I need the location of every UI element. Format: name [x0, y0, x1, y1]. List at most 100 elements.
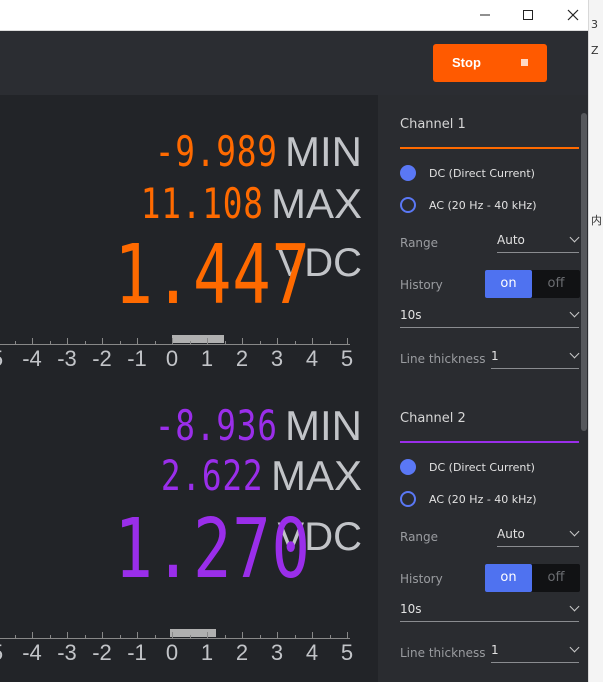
ch1-history-on[interactable]: on — [485, 270, 532, 298]
scale-tick-label: 3 — [270, 346, 284, 371]
scale-tick — [312, 338, 313, 344]
ch2-range-value: Auto — [497, 527, 525, 541]
scale-minor-tick — [189, 635, 191, 638]
scale-tick-label: 4 — [305, 346, 319, 371]
scale-tick — [207, 338, 208, 344]
scale-minor-tick — [224, 635, 226, 638]
ch2-min-row: -8.936 MIN — [120, 401, 362, 450]
scale-tick-label: -1 — [127, 640, 147, 665]
ch2-dc-label: DC (Direct Current) — [429, 461, 535, 474]
scale-tick-label: 5 — [340, 346, 354, 371]
scale-minor-tick — [84, 635, 86, 638]
scale-minor-tick — [119, 635, 121, 638]
scale-minor-tick — [329, 341, 331, 344]
ch2-scale: 5-4-3-2-1012345 — [0, 629, 360, 669]
scale-minor-tick — [154, 341, 156, 344]
scale-minor-tick — [294, 635, 296, 638]
ch1-max-row: 11.108 MAX — [106, 179, 362, 228]
scale-tick-label: 0 — [165, 346, 179, 371]
ch2-range-label: Range — [400, 530, 439, 544]
ch1-min-value: -9.989 — [154, 127, 278, 176]
ch2-ac-radio[interactable] — [400, 491, 416, 507]
ch1-min-row: -9.989 MIN — [120, 127, 362, 176]
scale-tick — [207, 632, 208, 638]
channel-2-underline — [400, 441, 579, 443]
ch2-history-toggle[interactable]: on off — [485, 564, 580, 592]
scale-tick — [102, 338, 103, 344]
channel-1-underline — [400, 147, 579, 149]
stop-button-label: Stop — [452, 55, 481, 70]
scale-tick — [242, 632, 243, 638]
chevron-down-icon — [569, 526, 580, 537]
scale-tick — [67, 338, 68, 344]
ch1-history-value: 10s — [400, 308, 422, 322]
scale-tick-label: 2 — [235, 346, 249, 371]
scale-tick-label: -2 — [92, 346, 112, 371]
ch1-history-select[interactable]: 10s — [400, 307, 580, 328]
scale-tick — [277, 632, 278, 638]
ch2-range-select[interactable]: Auto — [497, 526, 580, 547]
settings-panel: Channel 1 DC (Direct Current) AC (20 Hz … — [378, 95, 588, 682]
scale-tick — [347, 632, 348, 638]
scale-tick-label: 5 — [340, 640, 354, 665]
channel-2-meter: -8.936 MIN 2.622 MAX 1.270 VDC 5 -4 -3 -2 -1… — [0, 389, 370, 679]
scale-tick — [32, 338, 33, 344]
ch1-scale-axis — [0, 344, 350, 345]
ch2-history-select[interactable]: 10s — [400, 601, 580, 622]
panel-scrollbar[interactable] — [581, 113, 587, 431]
ch2-history-value: 10s — [400, 602, 422, 616]
ch2-thickness-value: 1 — [491, 643, 499, 657]
scale-minor-tick — [329, 635, 331, 638]
scale-tick-label: 5 — [0, 346, 3, 372]
scale-tick-label: 4 — [305, 640, 319, 665]
scale-tick-label: -2 — [92, 640, 112, 665]
minimize-icon[interactable] — [462, 0, 508, 30]
scale-tick-label: 2 — [235, 640, 249, 665]
ch2-min-label: MIN — [285, 402, 362, 449]
ch1-range-label: Range — [400, 236, 439, 250]
scale-tick — [347, 338, 348, 344]
ch1-history-off[interactable]: off — [532, 270, 580, 298]
ch1-thickness-select[interactable]: 1 — [491, 348, 580, 369]
ch1-dc-radio[interactable] — [400, 165, 416, 181]
scale-tick — [102, 632, 103, 638]
ch1-max-label: MAX — [270, 180, 362, 227]
ch2-history-on[interactable]: on — [485, 564, 532, 592]
ch2-history-off[interactable]: off — [532, 564, 580, 592]
ch2-ac-label: AC (20 Hz - 40 kHz) — [429, 493, 537, 506]
ch1-min-label: MIN — [285, 128, 362, 175]
stop-square-icon — [521, 59, 528, 66]
scale-tick — [172, 338, 173, 344]
channel-1-title: Channel 1 — [400, 117, 466, 132]
scale-tick-label: -4 — [22, 640, 42, 665]
ch2-value-row: 1.270 VDC — [59, 505, 362, 595]
background-window-edge: 3 Z 内 — [588, 0, 603, 682]
ch1-range-select[interactable]: Auto — [497, 232, 580, 253]
stop-button[interactable]: Stop — [433, 44, 547, 82]
ch2-dc-radio[interactable] — [400, 459, 416, 475]
ch1-thickness-label: Line thickness — [400, 352, 486, 366]
maximize-icon[interactable] — [505, 0, 551, 30]
ch2-thickness-select[interactable]: 1 — [491, 642, 580, 663]
scale-tick — [137, 632, 138, 638]
scale-minor-tick — [49, 341, 51, 344]
ch2-scale-axis — [0, 638, 350, 639]
scale-tick — [172, 632, 173, 638]
ch1-thickness-value: 1 — [491, 349, 499, 363]
scale-tick-label: 3 — [270, 640, 284, 665]
scale-tick-label: 1 — [200, 346, 214, 371]
ch1-history-label: History — [400, 278, 443, 292]
scale-tick — [242, 338, 243, 344]
ch1-value-row: 1.447 VDC — [59, 231, 362, 321]
scale-tick — [32, 632, 33, 638]
ch2-main-value: 1.270 — [114, 502, 311, 597]
top-toolbar: Stop — [0, 31, 588, 95]
chevron-down-icon — [569, 232, 580, 243]
scale-tick-label: -4 — [22, 346, 42, 371]
ch1-dc-label: DC (Direct Current) — [429, 167, 535, 180]
ch1-max-value: 11.108 — [140, 179, 264, 228]
ch1-history-toggle[interactable]: on off — [485, 270, 580, 298]
channel-1-meter: -9.989 MIN 11.108 MAX 1.447 VDC 5-4-3-2-… — [0, 95, 370, 385]
scale-tick-label: 1 — [200, 640, 214, 665]
ch1-ac-radio[interactable] — [400, 197, 416, 213]
